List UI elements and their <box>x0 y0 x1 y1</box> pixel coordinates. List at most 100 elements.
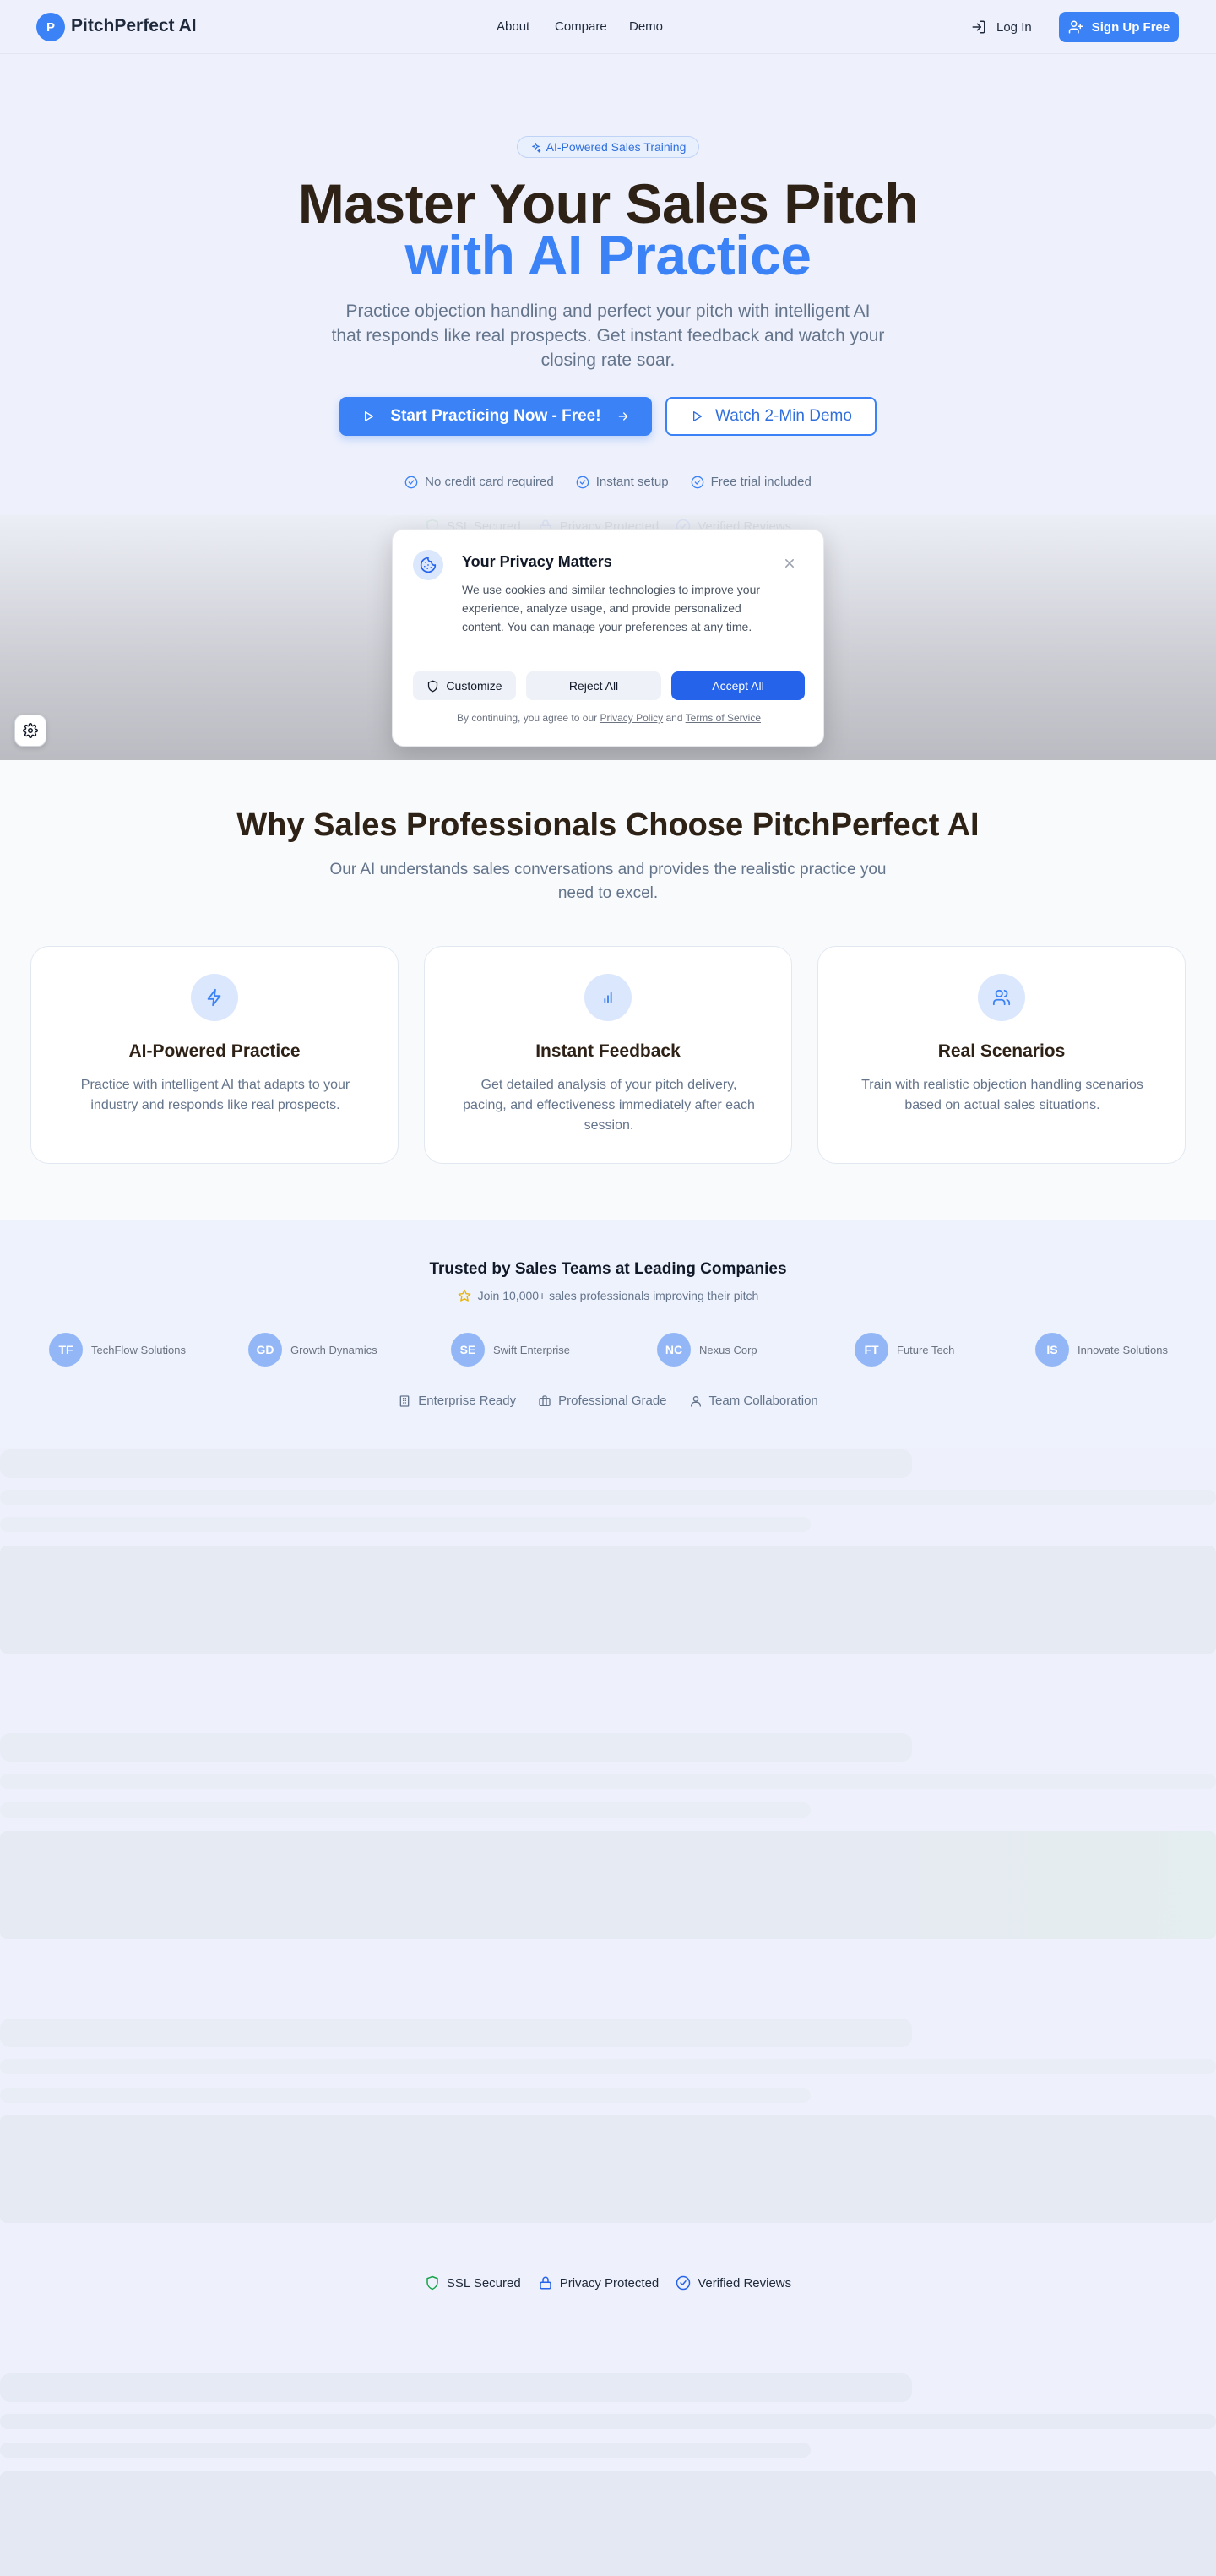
check-circle-icon <box>691 476 704 489</box>
skeleton-bar <box>0 2443 811 2458</box>
trust-badge-label: Verified Reviews <box>698 2275 792 2291</box>
cookie-settings-button[interactable] <box>14 715 46 747</box>
sparkle-icon <box>530 142 541 153</box>
play-icon <box>690 410 703 423</box>
building-icon <box>398 1394 411 1408</box>
top-navbar: P PitchPerfect AI About Compare Demo Log… <box>0 0 1216 54</box>
signup-label: Sign Up Free <box>1091 19 1170 35</box>
trust-badge: Privacy Protected <box>538 2275 659 2291</box>
trusted-feature-label: Enterprise Ready <box>418 1394 517 1408</box>
company-name: Nexus Corp <box>699 1343 757 1356</box>
nav-link-demo[interactable]: Demo <box>629 19 663 34</box>
features-title: Why Sales Professionals Choose PitchPerf… <box>236 807 980 843</box>
trusted-title: Trusted by Sales Teams at Leading Compan… <box>429 1260 787 1278</box>
start-practicing-button[interactable]: Start Practicing Now - Free! <box>339 397 652 436</box>
feature-card-text: Train with realistic objection handling … <box>861 1078 1143 1112</box>
accept-all-button[interactable]: Accept All <box>671 671 805 700</box>
company-avatar: TF <box>49 1333 83 1367</box>
gear-icon <box>23 723 38 738</box>
bar-chart-icon <box>584 974 632 1021</box>
trusted-feature: Professional Grade <box>538 1394 667 1408</box>
footer-trust-badges: SSL Secured Privacy Protected Verified R… <box>0 2275 1216 2291</box>
briefcase-icon <box>538 1394 551 1408</box>
skeleton-bar <box>0 2414 1216 2429</box>
signup-button[interactable]: Sign Up Free <box>1059 12 1179 42</box>
cookie-icon <box>413 550 443 580</box>
privacy-policy-link[interactable]: Privacy Policy <box>600 712 663 724</box>
trust-badge: Verified Reviews <box>676 2275 791 2291</box>
logo-icon[interactable]: P <box>36 13 65 41</box>
watch-demo-button[interactable]: Watch 2-Min Demo <box>665 397 877 436</box>
star-icon <box>458 1289 471 1302</box>
check-item: Free trial included <box>691 475 812 489</box>
watch-demo-label: Watch 2-Min Demo <box>715 407 852 425</box>
customize-button[interactable]: Customize <box>413 671 516 700</box>
lock-icon <box>538 2275 553 2291</box>
check-circle-icon <box>676 2275 691 2291</box>
skeleton-block <box>0 1831 1216 1939</box>
skeleton-bar <box>0 2059 1216 2074</box>
skeleton-bar <box>0 1449 912 1478</box>
trusted-feature-label: Professional Grade <box>558 1394 667 1408</box>
nav-link-compare[interactable]: Compare <box>555 19 607 34</box>
skeleton-bar <box>0 2019 912 2047</box>
terms-of-service-link[interactable]: Terms of Service <box>686 712 761 724</box>
company-avatar: IS <box>1035 1333 1069 1367</box>
trusted-features: Enterprise Ready Professional Grade Team… <box>0 1394 1216 1408</box>
trusted-subtitle-text: Join 10,000+ sales professionals improvi… <box>477 1289 759 1302</box>
feature-card-text: Get detailed analysis of your pitch deli… <box>463 1078 755 1133</box>
company-logo: TF TechFlow Solutions <box>49 1333 186 1367</box>
nav-link-about[interactable]: About <box>497 19 529 34</box>
trust-badge: SSL Secured <box>425 2275 521 2291</box>
arrow-right-icon <box>616 410 630 423</box>
check-label: No credit card required <box>425 475 554 489</box>
brand-name[interactable]: PitchPerfect AI <box>71 16 197 36</box>
users-icon <box>978 974 1025 1021</box>
cookie-modal-footer: By continuing, you agree to our Privacy … <box>393 712 825 724</box>
login-button[interactable]: Log In <box>971 15 1032 39</box>
check-label: Instant setup <box>595 475 669 489</box>
feature-card: AI-Powered Practice Practice with intell… <box>30 946 399 1164</box>
feature-card: Real Scenarios Train with realistic obje… <box>817 946 1186 1164</box>
hero-checks: No credit card required Instant setup Fr… <box>0 475 1216 489</box>
company-avatar: SE <box>451 1333 485 1367</box>
features-subtitle: Our AI understands sales conversations a… <box>329 861 887 902</box>
hero-subtitle: Practice objection handling and perfect … <box>331 302 885 370</box>
close-icon[interactable] <box>781 555 798 572</box>
trust-badge-label: SSL Secured <box>446 2275 521 2291</box>
reject-all-button[interactable]: Reject All <box>526 671 661 700</box>
cookie-consent-modal: Your Privacy Matters We use cookies and … <box>392 529 824 747</box>
skeleton-block <box>0 2115 1216 2223</box>
company-name: Swift Enterprise <box>493 1343 571 1356</box>
hero-badge: AI-Powered Sales Training <box>517 136 699 158</box>
check-item: Instant setup <box>576 475 669 489</box>
cookie-modal-title: Your Privacy Matters <box>462 553 612 570</box>
company-logo: FT Future Tech <box>855 1333 954 1367</box>
footer-prefix: By continuing, you agree to our <box>457 712 598 724</box>
footer-and: and <box>665 712 683 724</box>
company-name: Growth Dynamics <box>290 1343 377 1356</box>
skeleton-bar <box>0 1802 811 1818</box>
hero-badge-label: AI-Powered Sales Training <box>546 140 687 154</box>
customize-label: Customize <box>446 679 502 693</box>
feature-card-title: Real Scenarios <box>937 1041 1066 1061</box>
skeleton-block <box>0 2471 1216 2576</box>
feature-card-text: Practice with intelligent AI that adapts… <box>80 1078 350 1112</box>
skeleton-bar <box>0 1490 1216 1505</box>
company-avatar: FT <box>855 1333 888 1367</box>
check-item: No credit card required <box>404 475 554 489</box>
play-icon <box>361 410 375 423</box>
company-logo: GD Growth Dynamics <box>248 1333 377 1367</box>
lightning-icon <box>191 974 238 1021</box>
trusted-feature: Team Collaboration <box>689 1394 818 1408</box>
check-circle-icon <box>404 476 418 489</box>
feature-card: Instant Feedback Get detailed analysis o… <box>424 946 792 1164</box>
skeleton-bar <box>0 1774 1216 1789</box>
company-name: Innovate Solutions <box>1078 1343 1168 1356</box>
feature-card-title: Instant Feedback <box>535 1041 681 1061</box>
start-practicing-label: Start Practicing Now - Free! <box>390 407 601 425</box>
login-label: Log In <box>996 19 1032 35</box>
skeleton-bar <box>0 1733 912 1762</box>
company-logo: IS Innovate Solutions <box>1035 1333 1168 1367</box>
trusted-feature: Enterprise Ready <box>398 1394 516 1408</box>
